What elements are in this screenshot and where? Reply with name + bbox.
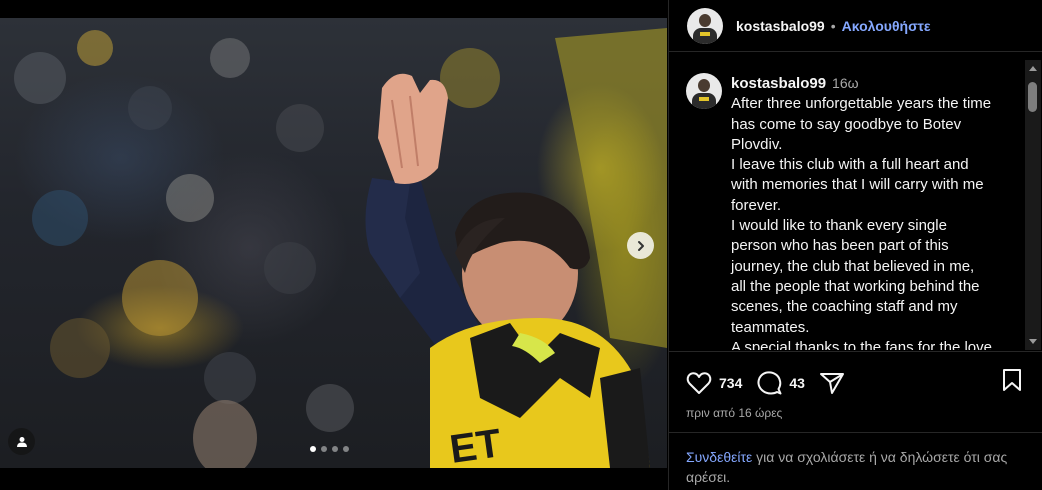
tagged-users-button[interactable] (8, 428, 35, 455)
chevron-right-icon (637, 240, 644, 251)
heart-icon (686, 372, 712, 394)
avatar[interactable] (687, 7, 723, 44)
share-button[interactable] (819, 371, 845, 395)
comment-count[interactable]: 43 (789, 375, 805, 391)
post-timestamp[interactable]: πριν από 16 ώρες (669, 398, 1042, 420)
carousel-dot (332, 446, 338, 452)
caption-body: kostasbalo99 16ω After three unforgettabl… (731, 73, 1025, 350)
scroll-down-icon[interactable] (1029, 339, 1037, 344)
caption-line: has come to say goodbye to Botev (731, 115, 962, 133)
post-image[interactable]: ET (0, 18, 667, 468)
login-link[interactable]: Συνδεθείτε (686, 449, 752, 465)
caption-time[interactable]: 16ω (832, 75, 859, 91)
avatar[interactable] (686, 73, 722, 109)
caption-line: forever. (731, 196, 782, 214)
caption: kostasbalo99 16ω After three unforgettabl… (669, 60, 1025, 350)
post-details-panel: kostasbalo99 • Ακολουθήστε kostasbalo99 1… (668, 0, 1042, 490)
user-tag-icon (16, 436, 27, 447)
bookmark-icon (1003, 369, 1021, 391)
comment-bubble-icon (757, 371, 782, 395)
caption-line: with memories that I will carry with me (731, 176, 984, 194)
comments-scrollbar[interactable] (1025, 60, 1041, 350)
like-count[interactable]: 734 (719, 375, 742, 391)
login-prompt: Συνδεθείτε για να σχολιάσετε ή να δηλώσε… (669, 432, 1042, 487)
carousel-indicator (310, 446, 349, 452)
caption-line: journey, the club that believed in me, (731, 257, 975, 275)
carousel-dot (321, 446, 327, 452)
comment-button[interactable]: 43 (756, 370, 805, 396)
caption-line: person who has been part of this (731, 237, 949, 255)
caption-username[interactable]: kostasbalo99 (731, 75, 826, 92)
caption-line: After three unforgettable years the time (731, 95, 992, 113)
post-actions: 734 43 πριν από 16 ώρες (669, 351, 1042, 420)
scroll-up-icon[interactable] (1029, 66, 1037, 71)
caption-line: Plovdiv. (731, 135, 783, 153)
caption-line: teammates. (731, 318, 810, 336)
caption-line: I leave this club with a full heart and (731, 156, 969, 174)
carousel-dot (343, 446, 349, 452)
separator-dot: • (830, 17, 836, 34)
caption-line: scenes, the coaching staff and my (731, 298, 958, 316)
caption-line: A special thanks to the fans for the lov… (731, 338, 992, 350)
like-button[interactable]: 734 (686, 371, 742, 395)
carousel-dot (310, 446, 316, 452)
caption-line: I would like to thank every single (731, 217, 947, 235)
share-plane-icon (819, 373, 844, 394)
next-image-button[interactable] (627, 232, 654, 259)
save-button[interactable] (1001, 368, 1023, 397)
caption-line: all the people that working behind the (731, 277, 980, 295)
comments-section[interactable]: kostasbalo99 16ω After three unforgettabl… (669, 60, 1025, 350)
post-header: kostasbalo99 • Ακολουθήστε (669, 0, 1042, 52)
scrollbar-thumb[interactable] (1028, 82, 1037, 112)
player-photo: ET (14, 28, 667, 468)
svg-text:ET: ET (447, 421, 504, 468)
author-username[interactable]: kostasbalo99 (736, 18, 825, 34)
follow-button[interactable]: Ακολουθήστε (842, 18, 931, 34)
